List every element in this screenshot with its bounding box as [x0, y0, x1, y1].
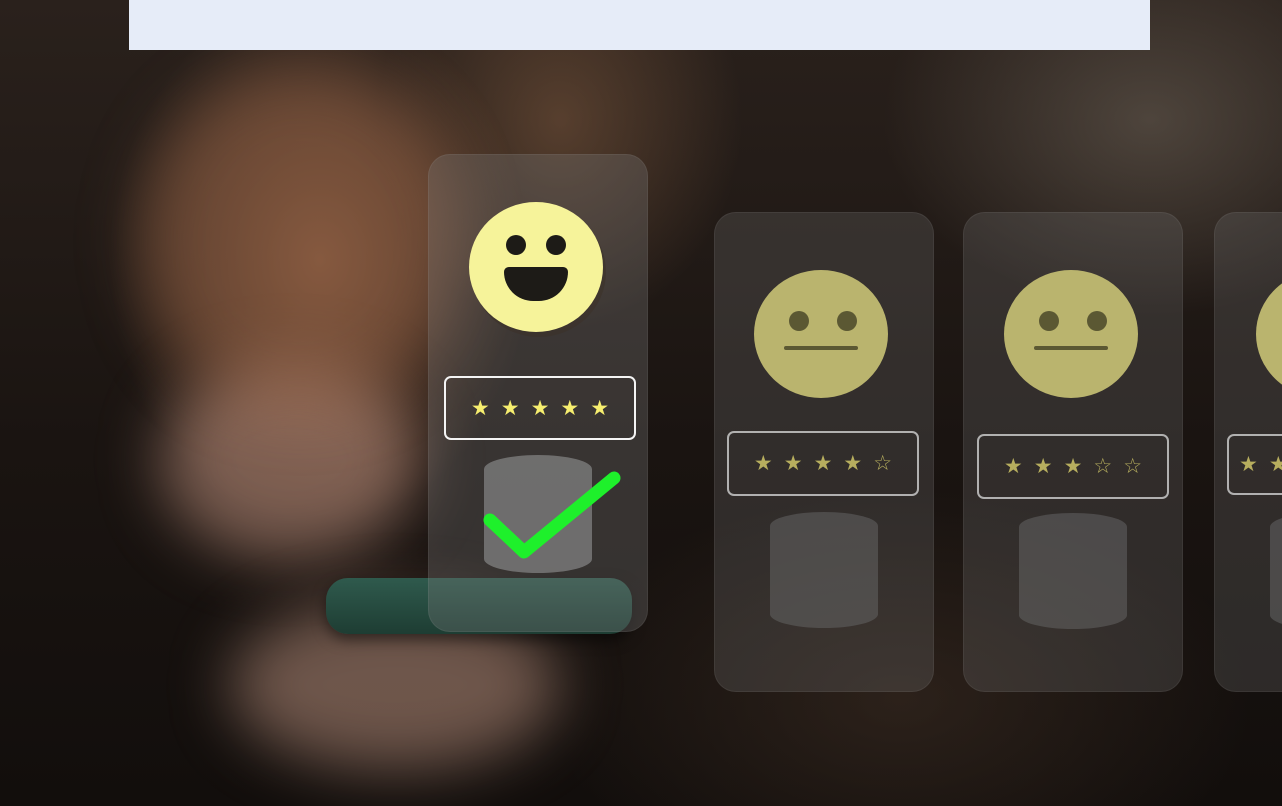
star-icon: ★	[783, 451, 803, 475]
star-rating-main: ★ ★ ★ ★ ★	[444, 376, 636, 440]
selection-button-card-3[interactable]	[1019, 513, 1127, 629]
left-eye	[506, 235, 526, 255]
happy-face-icon	[469, 202, 603, 332]
star-icon: ★	[470, 395, 490, 420]
star-icon: ★	[753, 451, 773, 475]
photo-scene: ★ ★ ★ ★ ★ ★ ★ ★ ★ ☆ ★ ★ ★ ☆ ☆ ★ ★	[0, 0, 1282, 806]
star-rating-card-4: ★ ★	[1227, 434, 1282, 495]
star-rating-card-2: ★ ★ ★ ★ ☆	[727, 431, 919, 496]
star-icon: ★	[1268, 452, 1282, 476]
star-icon: ★	[1003, 454, 1023, 478]
star-icon: ★	[500, 395, 520, 420]
neutral-mouth	[784, 346, 858, 350]
neutral-face-icon	[754, 270, 888, 398]
neutral-face-icon	[1004, 270, 1138, 398]
check-mark-icon	[483, 471, 621, 559]
right-eye	[546, 235, 566, 255]
star-outline-icon: ☆	[873, 451, 893, 475]
star-icon: ★	[1033, 454, 1053, 478]
star-icon: ★	[1063, 454, 1083, 478]
selection-button-card-2[interactable]	[770, 512, 878, 628]
top-banner	[129, 0, 1150, 50]
star-icon: ★	[590, 395, 610, 420]
star-rating-card-3: ★ ★ ★ ☆ ☆	[977, 434, 1169, 499]
star-icon: ★	[813, 451, 833, 475]
neutral-mouth	[1034, 346, 1108, 350]
star-outline-icon: ☆	[1123, 454, 1143, 478]
right-eye	[1087, 311, 1107, 331]
star-icon: ★	[530, 395, 550, 420]
left-eye	[1039, 311, 1059, 331]
selection-button-card-4[interactable]	[1270, 513, 1282, 629]
star-icon: ★	[843, 451, 863, 475]
star-outline-icon: ☆	[1093, 454, 1113, 478]
left-eye	[789, 311, 809, 331]
smile-mouth	[504, 267, 568, 301]
star-icon: ★	[560, 395, 580, 420]
right-eye	[837, 311, 857, 331]
star-icon: ★	[1239, 452, 1258, 476]
blurred-hair	[140, 70, 460, 410]
